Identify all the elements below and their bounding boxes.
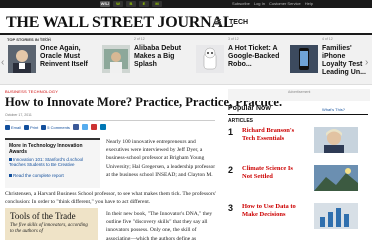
print-tool[interactable]: Print — [24, 124, 39, 130]
promo-subtitle: The five skills of innovators, according… — [10, 223, 88, 234]
email-label: Email — [11, 124, 22, 130]
account-links: Subscribe Log In Customer Service Help — [231, 1, 314, 6]
network-icon[interactable]: B — [126, 1, 136, 7]
network-icons: WSJ W B E M — [100, 1, 162, 7]
comments-label: 5 Comments — [47, 124, 70, 130]
popular-item[interactable]: 3 How to Use Data to Make Decisions — [228, 203, 370, 233]
story-index: 4 of 12 — [322, 37, 333, 41]
story-index: 3 of 12 — [228, 37, 239, 41]
related-link[interactable]: Innovation 101: Stanford's d.school Teac… — [9, 157, 93, 167]
next-arrow-icon[interactable]: › — [365, 57, 368, 68]
comment-icon — [41, 124, 47, 130]
article-body-paragraph: Christensen, a Harvard Business School p… — [5, 191, 216, 206]
facebook-icon[interactable] — [72, 124, 79, 130]
top-story[interactable]: 2 of 12 Alibaba Debut Makes a Big Splash — [102, 37, 194, 79]
bullet-icon — [9, 158, 12, 161]
story-headline[interactable]: Once Again, Oracle Must Reinvent Itself — [40, 45, 100, 69]
top-story[interactable]: 3 of 12 A Hot Ticket: A Google-Backed Ro… — [196, 37, 288, 79]
help-link[interactable]: Help — [304, 1, 314, 6]
comments-tool[interactable]: 5 Comments — [41, 124, 70, 130]
popular-info-link[interactable]: What's This? — [322, 107, 345, 112]
popular-rank: 2 — [228, 165, 234, 175]
customer-service-link[interactable]: Customer Service — [268, 1, 302, 6]
related-link[interactable]: Read the complete report — [9, 173, 93, 178]
related-link-text[interactable]: Read the complete report — [13, 173, 64, 178]
article-body-paragraph: In their new book, "The Innovator's DNA,… — [106, 211, 213, 240]
bullet-icon — [9, 174, 12, 177]
popular-rank: 3 — [228, 203, 234, 213]
top-story[interactable]: 1 of 12 Once Again, Oracle Must Reinvent… — [8, 37, 100, 79]
prev-arrow-icon[interactable]: ‹ — [1, 57, 4, 68]
masthead: THE WALL STREET JOURNAL ≡ TECH — [0, 8, 372, 33]
menu-icon[interactable]: ≡ — [214, 14, 222, 29]
email-icon — [5, 124, 10, 130]
story-index: 2 of 12 — [134, 37, 145, 41]
related-box: More in Technology Innovation Awards Inn… — [5, 138, 100, 188]
popular-thumbnail[interactable] — [314, 165, 358, 191]
network-icon[interactable]: M — [152, 1, 162, 7]
section-name[interactable]: TECH — [229, 19, 248, 26]
email-tool[interactable]: Email — [5, 124, 22, 130]
share-icon[interactable] — [90, 124, 97, 130]
related-box-title: More in Technology Innovation Awards — [9, 143, 83, 155]
print-icon — [24, 124, 30, 130]
article-category[interactable]: BUSINESS TECHNOLOGY — [5, 89, 58, 94]
popular-item[interactable]: 2 Climate Science Is Not Settled — [228, 165, 370, 195]
twitter-icon[interactable] — [81, 124, 88, 130]
article-tools: Email Print 5 Comments — [5, 123, 106, 131]
wsj-logo[interactable]: THE WALL STREET JOURNAL — [6, 14, 234, 32]
popular-item-title[interactable]: Richard Branson's Tech Essentials — [242, 127, 304, 142]
story-thumbnail — [8, 45, 36, 73]
top-story[interactable]: 4 of 12 Families' iPhone Loyalty Test Le… — [290, 37, 370, 79]
popular-item-title[interactable]: Climate Science Is Not Settled — [242, 165, 304, 180]
popular-title: Popular Now — [228, 105, 271, 112]
story-thumbnail — [196, 45, 224, 73]
story-thumbnail — [290, 45, 318, 73]
network-icon[interactable]: E — [139, 1, 149, 7]
article-body-paragraph: Nearly 100 innovative entrepreneurs and … — [106, 139, 216, 178]
article-rule — [5, 120, 215, 121]
tools-promo[interactable]: Tools of the Trade The five skills of in… — [5, 208, 98, 240]
story-index: 1 of 12 — [40, 37, 51, 41]
popular-item-title[interactable]: How to Use Data to Make Decisions — [242, 203, 304, 218]
login-link[interactable]: Log In — [253, 1, 266, 6]
popular-thumbnail[interactable] — [314, 127, 358, 153]
subscribe-link[interactable]: Subscribe — [231, 1, 251, 6]
promo-title: Tools of the Trade — [10, 211, 76, 221]
story-headline[interactable]: Families' iPhone Loyalty Test Leading Un… — [322, 45, 370, 77]
wsj-network-icon[interactable]: WSJ — [100, 1, 110, 7]
popular-rank: 1 — [228, 127, 234, 137]
print-label: Print — [30, 124, 39, 130]
story-headline[interactable]: Alibaba Debut Makes a Big Splash — [134, 45, 194, 69]
story-thumbnail — [102, 45, 130, 73]
article-date: October 17, 2011 — [5, 113, 32, 117]
related-link-text[interactable]: Innovation 101: Stanford's d.school Teac… — [9, 157, 83, 167]
top-nav: WSJ W B E M Subscribe Log In Customer Se… — [0, 0, 372, 8]
ad-label: Advertisement — [288, 90, 311, 94]
page: WSJ W B E M Subscribe Log In Customer Se… — [0, 0, 372, 240]
popular-tab-articles[interactable]: ARTICLES — [228, 118, 253, 124]
popular-rule — [228, 114, 368, 115]
linkedin-icon[interactable] — [99, 124, 106, 130]
top-stories-strip: TOP STORIES IN TECH ‹ 1 of 12 Once Again… — [0, 35, 372, 85]
story-headline[interactable]: A Hot Ticket: A Google-Backed Robo... — [228, 45, 288, 69]
popular-thumbnail[interactable] — [314, 203, 358, 229]
popular-item[interactable]: 1 Richard Branson's Tech Essentials — [228, 127, 370, 157]
ad-slot[interactable]: Advertisement — [228, 89, 370, 101]
network-icon[interactable]: W — [113, 1, 123, 7]
